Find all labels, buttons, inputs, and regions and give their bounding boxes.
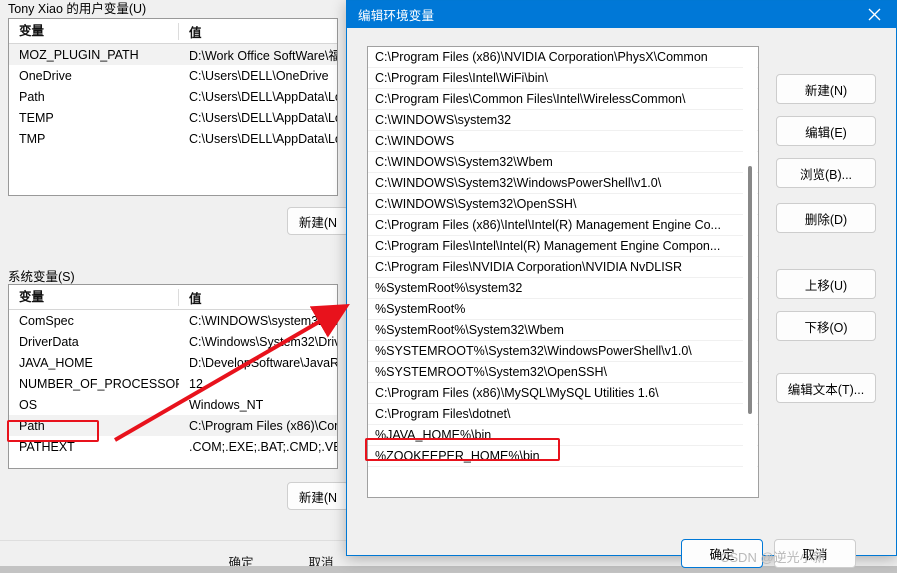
- variable-name-cell: Path: [19, 89, 45, 104]
- list-item[interactable]: C:\Program Files\NVIDIA Corporation\NVID…: [368, 257, 758, 278]
- variable-name-cell: Path: [19, 418, 45, 433]
- dialog-titlebar: 编辑环境变量: [347, 1, 896, 28]
- table-row[interactable]: JAVA_HOME D:\DevelopSoftware\JavaRun: [9, 352, 337, 373]
- user-variables-table[interactable]: 变量 值 MOZ_PLUGIN_PATH D:\Work Office SoftW…: [8, 18, 338, 196]
- close-icon[interactable]: [852, 1, 896, 28]
- variable-value-cell: C:\Users\DELL\OneDrive: [189, 68, 329, 83]
- path-list-scrollbar-thumb[interactable]: [748, 166, 752, 414]
- list-item[interactable]: %SystemRoot%\system32: [368, 278, 758, 299]
- variable-name-cell: TMP: [19, 131, 46, 146]
- variable-name-cell: ComSpec: [19, 313, 74, 328]
- system-variables-section-label: 系统变量(S): [8, 270, 75, 284]
- list-item[interactable]: C:\WINDOWS\System32\Wbem: [368, 152, 758, 173]
- list-item[interactable]: %ZOOKEEPER_HOME%\bin: [368, 446, 758, 467]
- table-row[interactable]: MOZ_PLUGIN_PATH D:\Work Office SoftWare\福…: [9, 44, 337, 65]
- variable-name-cell: DriverData: [19, 334, 79, 349]
- delete-button[interactable]: 删除(D): [776, 203, 876, 233]
- list-item[interactable]: %SystemRoot%: [368, 299, 758, 320]
- variable-value-cell: C:\Program Files (x86)\Comm: [189, 418, 337, 433]
- table-row[interactable]: ComSpec C:\WINDOWS\system32\cmd: [9, 310, 337, 331]
- new-button[interactable]: 新建(N): [776, 74, 876, 104]
- variable-name-cell: MOZ_PLUGIN_PATH: [19, 47, 139, 62]
- list-item[interactable]: C:\WINDOWS: [368, 131, 758, 152]
- table-row[interactable]: NUMBER_OF_PROCESSORS 12: [9, 373, 337, 394]
- table-row[interactable]: OS Windows_NT: [9, 394, 337, 415]
- list-item[interactable]: C:\Program Files (x86)\Intel\Intel(R) Ma…: [368, 215, 758, 236]
- table-row[interactable]: Path C:\Users\DELL\AppData\Loca: [9, 86, 337, 107]
- dialog-body: C:\Program Files (x86)\NVIDIA Corporatio…: [347, 28, 896, 568]
- list-item[interactable]: C:\Program Files (x86)\NVIDIA Corporatio…: [368, 47, 758, 68]
- table-row[interactable]: TMP C:\Users\DELL\AppData\Loca: [9, 128, 337, 149]
- table-row[interactable]: OneDrive C:\Users\DELL\OneDrive: [9, 65, 337, 86]
- screenshot-root: Tony Xiao 的用户变量(U) 变量 值 MOZ_PLUGIN_PATH D…: [0, 0, 897, 573]
- column-header-value-system[interactable]: 值: [179, 288, 337, 307]
- list-item[interactable]: %SystemRoot%\System32\Wbem: [368, 320, 758, 341]
- variable-name-cell: TEMP: [19, 110, 54, 125]
- list-item[interactable]: C:\Program Files\dotnet\: [368, 404, 758, 425]
- list-item[interactable]: C:\WINDOWS\system32: [368, 110, 758, 131]
- table-row[interactable]: Path C:\Program Files (x86)\Comm: [9, 415, 337, 436]
- list-item[interactable]: C:\Program Files\Common Files\Intel\Wire…: [368, 89, 758, 110]
- list-item[interactable]: C:\Program Files (x86)\MySQL\MySQL Utili…: [368, 383, 758, 404]
- variable-value-cell: 12: [189, 376, 203, 391]
- variable-name-cell: OS: [19, 397, 38, 412]
- list-item[interactable]: %JAVA_HOME%\bin: [368, 425, 758, 446]
- variable-name-cell: OneDrive: [19, 68, 72, 83]
- variable-name-cell: PATHEXT: [19, 439, 75, 454]
- table-row[interactable]: PATHEXT .COM;.EXE;.BAT;.CMD;.VBS;.\: [9, 436, 337, 457]
- column-header-value[interactable]: 值: [179, 22, 337, 41]
- move-down-button[interactable]: 下移(O): [776, 311, 876, 341]
- user-variables-section-label: Tony Xiao 的用户变量(U): [8, 2, 147, 16]
- desktop-background: [0, 566, 897, 573]
- user-variables-new-button[interactable]: 新建(N: [287, 207, 349, 235]
- variable-value-cell: C:\Users\DELL\AppData\Loca: [189, 131, 337, 146]
- system-variables-table-header: 变量 值: [9, 285, 337, 310]
- variable-value-cell: C:\Users\DELL\AppData\Loca: [189, 89, 337, 104]
- variable-value-cell: C:\WINDOWS\system32\cmd: [189, 313, 337, 328]
- list-item[interactable]: C:\WINDOWS\System32\OpenSSH\: [368, 194, 758, 215]
- variable-name-cell: NUMBER_OF_PROCESSORS: [19, 376, 179, 391]
- path-list-scrollbar[interactable]: [743, 48, 757, 497]
- system-variables-new-button[interactable]: 新建(N: [287, 482, 349, 510]
- dialog-title: 编辑环境变量: [358, 9, 435, 23]
- variable-value-cell: Windows_NT: [189, 397, 264, 412]
- move-up-button[interactable]: 上移(U): [776, 269, 876, 299]
- path-entries-list[interactable]: C:\Program Files (x86)\NVIDIA Corporatio…: [367, 46, 759, 498]
- variable-value-cell: C:\Windows\System32\Drive: [189, 334, 337, 349]
- watermark-text: CSDN @逆光小新: [720, 550, 826, 565]
- variable-name-cell: JAVA_HOME: [19, 355, 93, 370]
- browse-button[interactable]: 浏览(B)...: [776, 158, 876, 188]
- variable-value-cell: D:\DevelopSoftware\JavaRun: [189, 355, 337, 370]
- column-header-variable[interactable]: 变量: [9, 22, 179, 40]
- table-row[interactable]: DriverData C:\Windows\System32\Drive: [9, 331, 337, 352]
- system-variables-table[interactable]: 变量 值 ComSpec C:\WINDOWS\system32\cmd Drive…: [8, 284, 338, 469]
- list-item[interactable]: %SYSTEMROOT%\System32\WindowsPowerShell\…: [368, 341, 758, 362]
- table-row[interactable]: TEMP C:\Users\DELL\AppData\Loca: [9, 107, 337, 128]
- variable-value-cell: .COM;.EXE;.BAT;.CMD;.VBS;.\: [189, 439, 337, 454]
- list-item[interactable]: %SYSTEMROOT%\System32\OpenSSH\: [368, 362, 758, 383]
- edit-text-button[interactable]: 编辑文本(T)...: [776, 373, 876, 403]
- variable-value-cell: C:\Users\DELL\AppData\Loca: [189, 110, 337, 125]
- list-item[interactable]: C:\Program Files\Intel\WiFi\bin\: [368, 68, 758, 89]
- user-variables-table-header: 变量 值: [9, 19, 337, 44]
- column-header-variable-system[interactable]: 变量: [9, 288, 179, 306]
- edit-environment-variable-dialog: 编辑环境变量 C:\Program Files (x86)\NVIDIA Cor…: [346, 0, 897, 568]
- list-item[interactable]: C:\Program Files\Intel\Intel(R) Manageme…: [368, 236, 758, 257]
- list-item[interactable]: C:\WINDOWS\System32\WindowsPowerShell\v1…: [368, 173, 758, 194]
- variable-value-cell: D:\Work Office SoftWare\福昕: [189, 49, 337, 63]
- edit-button[interactable]: 编辑(E): [776, 116, 876, 146]
